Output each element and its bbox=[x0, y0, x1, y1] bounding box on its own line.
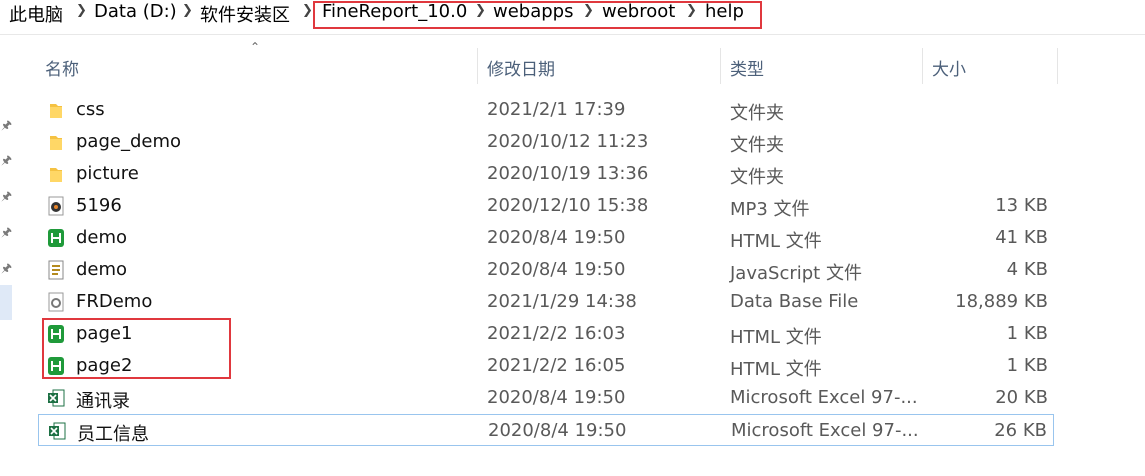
file-type: MP3 文件 bbox=[730, 199, 810, 220]
file-name: picture bbox=[76, 163, 139, 184]
chevron-right-icon[interactable]: ❯ bbox=[182, 3, 193, 18]
db-file-icon bbox=[47, 292, 65, 312]
file-name: 5196 bbox=[76, 195, 122, 216]
file-type: Microsoft Excel 97-... bbox=[731, 420, 919, 441]
file-size: 18,889 KB bbox=[955, 291, 1048, 312]
column-header-type[interactable]: 类型 bbox=[730, 55, 764, 80]
file-name: page_demo bbox=[76, 131, 182, 152]
file-date: 2021/2/1 17:39 bbox=[487, 99, 626, 120]
pin-icon[interactable]: 🖈 bbox=[1, 223, 12, 244]
file-size: 26 KB bbox=[994, 420, 1047, 441]
column-header-name[interactable]: 名称 bbox=[45, 55, 79, 80]
file-type: Data Base File bbox=[730, 291, 859, 312]
file-row[interactable]: 5196 2020/12/10 15:38 MP3 文件 13 KB bbox=[38, 190, 1054, 222]
file-row[interactable]: 员工信息 2020/8/4 19:50 Microsoft Excel 97-...… bbox=[38, 414, 1054, 446]
column-divider[interactable] bbox=[477, 48, 478, 84]
file-date: 2020/8/4 19:50 bbox=[487, 259, 626, 280]
breadcrumb-item-software[interactable]: 软件安装区 bbox=[200, 1, 290, 27]
column-header-size[interactable]: 大小 bbox=[932, 55, 966, 80]
file-name: demo bbox=[76, 259, 128, 280]
pin-icon[interactable]: 🖈 bbox=[1, 151, 12, 172]
file-size: 41 KB bbox=[995, 227, 1048, 248]
file-row[interactable]: page_demo 2020/10/12 11:23 文件夹 bbox=[38, 126, 1054, 158]
file-row[interactable]: css 2021/2/1 17:39 文件夹 bbox=[38, 94, 1054, 126]
column-header: 名称 修改日期 类型 大小 bbox=[38, 51, 1058, 85]
path-highlight-box bbox=[313, 1, 762, 29]
breadcrumb-item-drive[interactable]: Data (D:) bbox=[94, 1, 177, 22]
file-type: JavaScript 文件 bbox=[730, 263, 862, 284]
file-date: 2020/8/4 19:50 bbox=[488, 420, 627, 441]
file-date: 2020/10/12 11:23 bbox=[487, 131, 649, 152]
folder-icon bbox=[47, 100, 65, 120]
files-highlight-box bbox=[42, 318, 231, 379]
file-size: 4 KB bbox=[1006, 259, 1048, 280]
file-row[interactable]: FRDemo 2021/1/29 14:38 Data Base File 18,88… bbox=[38, 286, 1054, 318]
file-row[interactable]: demo 2020/8/4 19:50 JavaScript 文件 4 KB bbox=[38, 254, 1054, 286]
file-name: 通讯录 bbox=[76, 391, 130, 412]
breadcrumb-item-this-pc[interactable]: 此电脑 bbox=[9, 1, 63, 27]
js-file-icon bbox=[47, 260, 65, 280]
file-date: 2021/2/2 16:05 bbox=[487, 355, 626, 376]
file-date: 2021/2/2 16:03 bbox=[487, 323, 626, 344]
file-row[interactable]: picture 2020/10/19 13:36 文件夹 bbox=[38, 158, 1054, 190]
file-size: 13 KB bbox=[995, 195, 1048, 216]
column-divider[interactable] bbox=[1057, 48, 1058, 84]
folder-icon bbox=[47, 132, 65, 152]
file-date: 2020/8/4 19:50 bbox=[487, 227, 626, 248]
column-header-date[interactable]: 修改日期 bbox=[487, 55, 555, 80]
file-size: 1 KB bbox=[1006, 355, 1048, 376]
file-date: 2020/8/4 19:50 bbox=[487, 387, 626, 408]
mp3-file-icon bbox=[47, 196, 65, 216]
file-type: HTML 文件 bbox=[730, 327, 822, 348]
file-name: FRDemo bbox=[76, 291, 153, 312]
file-row[interactable]: demo 2020/8/4 19:50 HTML 文件 41 KB bbox=[38, 222, 1054, 254]
html-file-icon bbox=[47, 228, 65, 248]
file-date: 2020/12/10 15:38 bbox=[487, 195, 649, 216]
file-type: HTML 文件 bbox=[730, 231, 822, 252]
chevron-right-icon[interactable]: ❯ bbox=[302, 3, 313, 18]
file-name: demo bbox=[76, 227, 128, 248]
file-name: 员工信息 bbox=[77, 424, 149, 445]
file-type: Microsoft Excel 97-... bbox=[730, 387, 918, 408]
file-size: 1 KB bbox=[1006, 323, 1048, 344]
column-divider[interactable] bbox=[720, 48, 721, 84]
file-size: 20 KB bbox=[995, 387, 1048, 408]
pin-icon[interactable]: 🖈 bbox=[1, 259, 12, 280]
column-divider[interactable] bbox=[922, 48, 923, 84]
toolbar-divider bbox=[0, 34, 1145, 35]
excel-file-icon bbox=[47, 388, 65, 408]
file-type: 文件夹 bbox=[730, 135, 784, 156]
file-date: 2021/1/29 14:38 bbox=[487, 291, 637, 312]
chevron-right-icon[interactable]: ❯ bbox=[76, 3, 87, 18]
file-name: css bbox=[76, 99, 105, 120]
file-type: 文件夹 bbox=[730, 167, 784, 188]
pin-icon[interactable]: 🖈 bbox=[1, 116, 12, 137]
file-type: HTML 文件 bbox=[730, 359, 822, 380]
excel-file-icon bbox=[48, 421, 66, 441]
file-row[interactable]: 通讯录 2020/8/4 19:50 Microsoft Excel 97-... 2… bbox=[38, 382, 1054, 414]
nav-selected-indicator bbox=[0, 285, 12, 320]
pin-icon[interactable]: 🖈 bbox=[1, 187, 12, 208]
folder-icon bbox=[47, 164, 65, 184]
file-type: 文件夹 bbox=[730, 103, 784, 124]
file-date: 2020/10/19 13:36 bbox=[487, 163, 649, 184]
navigation-pane-edge[interactable]: 🖈 🖈 🖈 🖈 🖈 bbox=[0, 36, 18, 476]
